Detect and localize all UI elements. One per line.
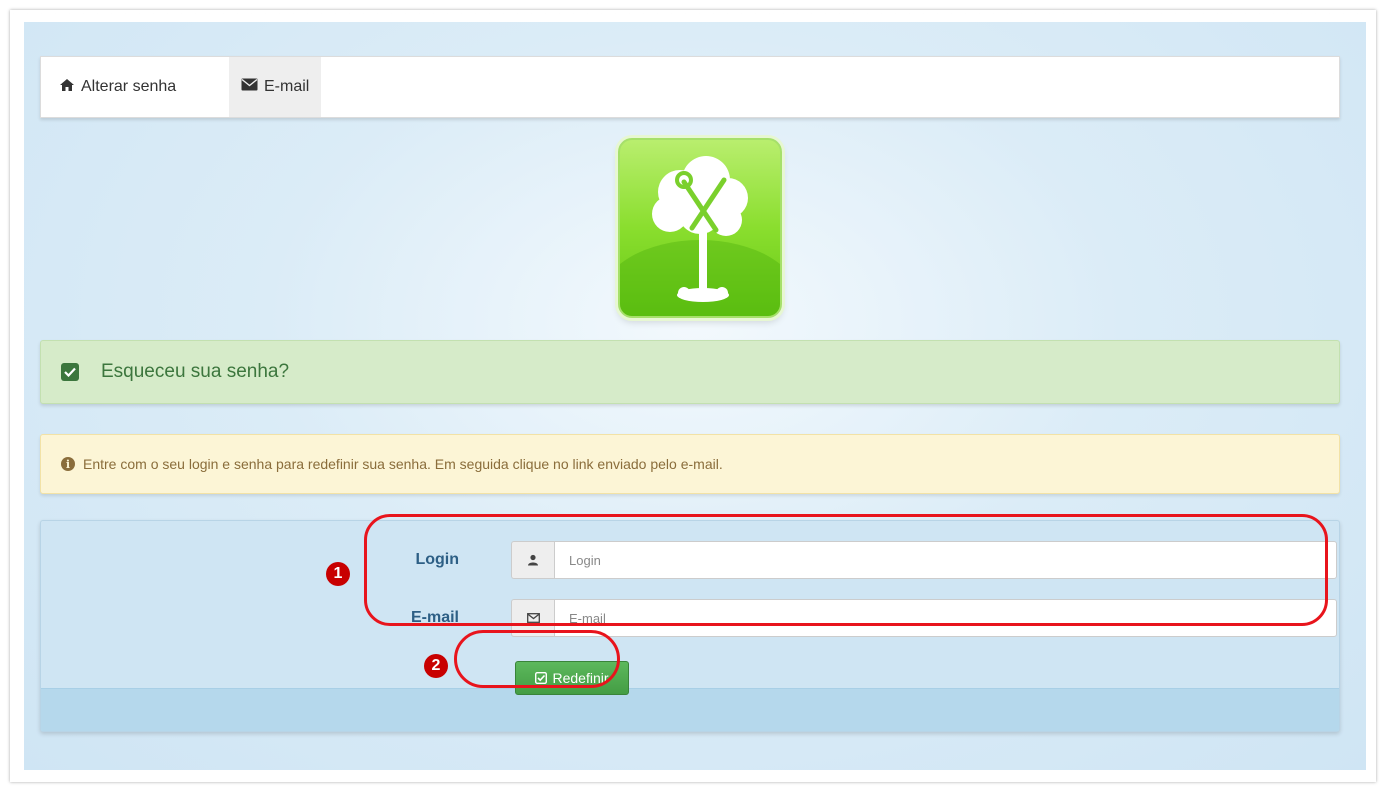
tab-label: Alterar senha [81,78,177,95]
home-icon [59,78,81,97]
annotation-ring-button [454,630,620,688]
instructions-alert: i Entre com o seu login e senha para red… [40,434,1340,494]
tree-tools-logo [652,156,748,302]
page-canvas: Alterar senha E-mail Esqueceu sua senha?… [24,22,1366,770]
top-navbar: Alterar senha E-mail [40,56,1340,118]
form-footer [41,688,1339,731]
tab-email[interactable]: E-mail [229,57,322,117]
app-logo [618,138,782,318]
annotation-ring-fields [364,514,1328,626]
tab-alterar-senha[interactable]: Alterar senha [59,57,176,117]
forgot-password-alert: Esqueceu sua senha? [40,340,1340,404]
info-circle-icon: i [61,457,75,471]
alert-title: Esqueceu sua senha? [101,361,290,382]
stamp-frame: Alterar senha E-mail Esqueceu sua senha?… [10,10,1376,782]
annotation-badge-2: 2 [424,654,448,678]
instructions-text: Entre com o seu login e senha para redef… [83,456,723,472]
envelope-icon [241,78,264,96]
tab-label: E-mail [264,78,310,95]
annotation-badge-1: 1 [326,562,350,586]
check-square-icon [61,363,79,381]
